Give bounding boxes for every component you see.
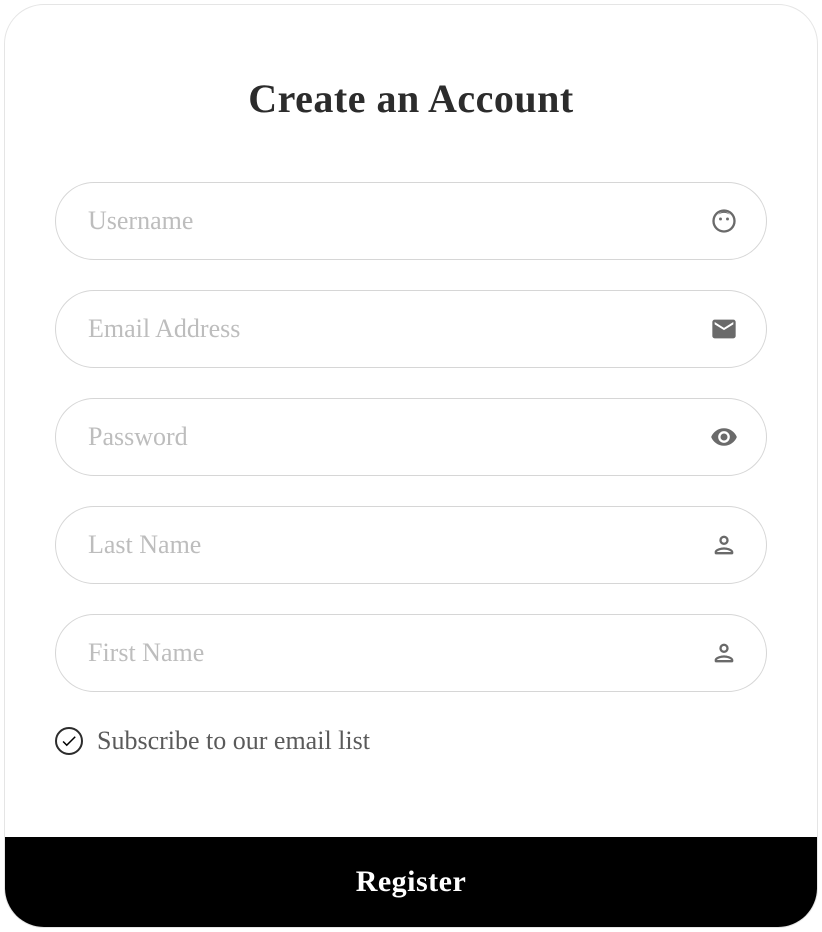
email-input[interactable] bbox=[55, 290, 767, 368]
username-input[interactable] bbox=[55, 182, 767, 260]
subscribe-checkbox[interactable] bbox=[55, 727, 83, 755]
firstname-input[interactable] bbox=[55, 614, 767, 692]
lastname-input[interactable] bbox=[55, 506, 767, 584]
username-field-wrapper bbox=[55, 182, 767, 260]
email-icon bbox=[709, 314, 739, 344]
email-field-wrapper bbox=[55, 290, 767, 368]
subscribe-row: Subscribe to our email list bbox=[55, 726, 767, 756]
register-label: Register bbox=[356, 865, 467, 899]
registration-card: Create an Account bbox=[4, 4, 818, 928]
password-field-wrapper bbox=[55, 398, 767, 476]
page-title: Create an Account bbox=[55, 75, 767, 122]
person-icon bbox=[709, 638, 739, 668]
register-button[interactable]: Register bbox=[5, 837, 817, 927]
password-input[interactable] bbox=[55, 398, 767, 476]
lastname-field-wrapper bbox=[55, 506, 767, 584]
card-body: Create an Account bbox=[5, 5, 817, 837]
person-icon bbox=[709, 530, 739, 560]
face-icon bbox=[709, 206, 739, 236]
subscribe-label: Subscribe to our email list bbox=[97, 726, 370, 756]
firstname-field-wrapper bbox=[55, 614, 767, 692]
eye-icon[interactable] bbox=[709, 422, 739, 452]
check-icon bbox=[60, 732, 78, 750]
